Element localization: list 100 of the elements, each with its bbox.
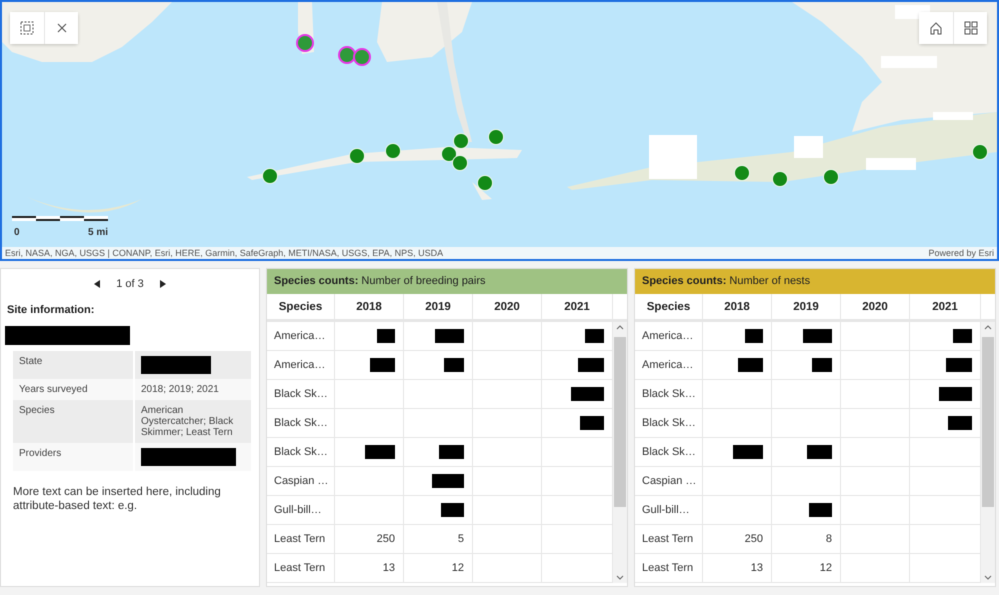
field-label: Years surveyed [13, 379, 134, 400]
redaction-block [370, 358, 395, 372]
scrollbar[interactable] [981, 322, 995, 583]
column-header: 2021 [910, 294, 981, 322]
grid-button[interactable] [953, 12, 987, 44]
field-value: 2018; 2019; 2021 [134, 379, 251, 400]
table-cell: 8 [772, 525, 841, 554]
islet-drawing [472, 182, 492, 200]
table-cell: 13 [703, 554, 772, 583]
table-cell: 5 [404, 525, 473, 554]
redaction-block [809, 503, 832, 517]
right-arrow-icon [160, 280, 166, 288]
close-icon [56, 23, 66, 33]
redaction-block [571, 387, 604, 401]
label-cover [866, 158, 916, 170]
table-cell: Caspian … [635, 467, 703, 496]
field-label: State [13, 351, 134, 379]
scroll-up-icon[interactable] [616, 325, 624, 330]
table-cell: Black Sk… [267, 438, 335, 467]
redaction-block [578, 358, 604, 372]
scrollbar[interactable] [613, 322, 627, 583]
table-cell: America… [635, 322, 703, 351]
redaction-block [377, 329, 395, 343]
redaction-block [580, 416, 604, 430]
redaction-block [435, 329, 464, 343]
page-indicator: 1 of 3 [116, 278, 144, 290]
table-cell: Black Sk… [635, 438, 703, 467]
column-header: 2020 [473, 294, 542, 322]
scroll-down-icon[interactable] [984, 575, 992, 580]
redaction-block [939, 387, 972, 401]
grid-icon [964, 21, 978, 35]
redaction-block [585, 329, 604, 343]
table-cell: Black Sk… [267, 380, 335, 409]
left-arrow-icon [94, 280, 100, 288]
powered-by-text: Powered by Esri [928, 247, 994, 259]
table-title: Species counts: Number of breeding pairs [267, 269, 627, 294]
home-button[interactable] [919, 12, 953, 44]
scroll-down-icon[interactable] [616, 575, 624, 580]
table-cell: Black Sk… [267, 409, 335, 438]
close-button[interactable] [44, 12, 78, 44]
table-cell: America… [635, 351, 703, 380]
select-button[interactable] [10, 12, 44, 44]
redaction-block [738, 358, 763, 372]
label-cover [933, 112, 973, 120]
table-cell: Gull-bill… [267, 496, 335, 525]
note-text: More text can be inserted here, including attribute-based text: e.g. [13, 485, 222, 513]
scroll-thumb[interactable] [982, 337, 994, 507]
redaction-block [439, 445, 464, 459]
redaction-block [807, 445, 832, 459]
site-marker[interactable] [296, 34, 314, 52]
selection-icon [20, 21, 34, 35]
table-cell: America… [267, 351, 335, 380]
field-value: American Oystercatcher; Black Skimmer; Least Tern [134, 400, 251, 443]
redaction-block [733, 445, 763, 459]
table-cell: 250 [335, 525, 404, 554]
table-cell [473, 554, 542, 583]
table-cell: Least Tern [635, 554, 703, 583]
column-header: 2018 [703, 294, 772, 322]
previous-button[interactable] [92, 278, 102, 290]
redaction-block [953, 329, 972, 343]
scroll-up-icon[interactable] [984, 325, 992, 330]
table-title: Species counts: Number of nests [635, 269, 995, 294]
field-label: Providers [13, 443, 134, 471]
label-cover [649, 135, 697, 179]
column-header: 2021 [542, 294, 613, 322]
column-header: Species [635, 294, 703, 322]
column-header: 2019 [772, 294, 841, 322]
column-header: 2018 [335, 294, 404, 322]
column-header: 2020 [841, 294, 910, 322]
redaction-block [141, 356, 211, 374]
table-cell: 250 [703, 525, 772, 554]
table-cell: Gull-bill… [635, 496, 703, 525]
scroll-thumb[interactable] [614, 337, 626, 507]
redaction-block [812, 358, 832, 372]
table-cell: 12 [404, 554, 473, 583]
table-cell: Least Tern [635, 525, 703, 554]
column-header: Species [267, 294, 335, 322]
table-cell: America… [267, 322, 335, 351]
redaction-block [365, 445, 395, 459]
table-cell: Least Tern [267, 554, 335, 583]
redaction-block [432, 474, 464, 488]
section-heading: Site information: [7, 304, 96, 316]
redaction-block [441, 503, 464, 517]
scale-label: 0 [14, 227, 20, 238]
scale-label: 5 mi [88, 227, 108, 238]
redaction-block [948, 416, 972, 430]
table-cell: Black Sk… [635, 409, 703, 438]
redaction-block [946, 358, 972, 372]
table-cell: Least Tern [267, 525, 335, 554]
next-button[interactable] [158, 278, 168, 290]
home-icon [929, 21, 943, 35]
label-cover [794, 136, 823, 158]
table-cell [841, 467, 910, 496]
site-marker[interactable] [353, 48, 371, 66]
field-label: Species [13, 400, 134, 443]
table-cell [841, 554, 910, 583]
table-cell [473, 525, 542, 554]
table-cell [841, 525, 910, 554]
table-cell: Caspian … [267, 467, 335, 496]
table-cell: 12 [772, 554, 841, 583]
